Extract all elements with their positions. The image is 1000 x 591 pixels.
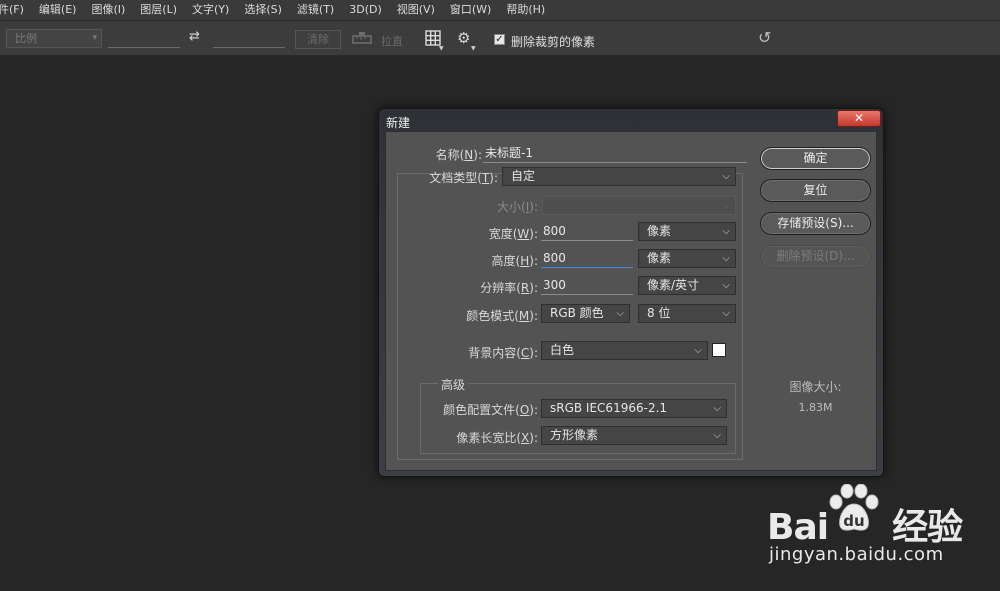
size-select[interactable]: ⌵ <box>542 196 736 215</box>
resolution-unit-select[interactable]: 像素/英寸 ⌵ <box>638 276 736 295</box>
menu-item[interactable]: 图层(L) <box>140 0 177 20</box>
ratio-select-value: 比例 <box>15 32 37 45</box>
ratio-select[interactable]: 比例 ▾ <box>6 29 102 48</box>
settings-dropdown-arrow-icon[interactable]: ▼ <box>471 45 476 52</box>
background-label: 背景内容(C): <box>468 346 538 360</box>
width-unit-value: 像素 <box>647 224 672 238</box>
straighten-label: 拉直 <box>381 35 403 48</box>
menu-bar: 件(F) 编辑(E) 图像(I) 图层(L) 文字(Y) 选择(S) 滤镜(T) 3D(D) 视… <box>0 0 1000 21</box>
name-input[interactable]: 未标题-1 <box>483 145 747 163</box>
options-bar: 比例 ▾ ⇄ 清除 拉直 ▼ ⚙ ▼ ✓ 删除裁剪的像素 ↺ <box>0 21 1000 56</box>
width-unit-select[interactable]: 像素 ⌵ <box>638 222 736 241</box>
color-profile-label: 颜色配置文件(O): <box>443 403 538 417</box>
pixel-aspect-select[interactable]: 方形像素 ⌵ <box>541 426 727 445</box>
menu-item[interactable]: 帮助(H) <box>506 0 545 20</box>
menu-item[interactable]: 滤镜(T) <box>297 0 334 20</box>
resolution-unit-value: 像素/英寸 <box>647 278 700 292</box>
straighten-ruler-icon[interactable] <box>352 32 372 44</box>
menu-item[interactable]: 视图(V) <box>397 0 435 20</box>
dialog-title: 新建 <box>386 116 411 130</box>
chevron-down-icon: ⌵ <box>722 226 730 237</box>
height-unit-value: 像素 <box>647 251 672 265</box>
close-icon: ✕ <box>853 111 865 125</box>
chevron-down-icon: ▾ <box>92 33 97 43</box>
close-button[interactable]: ✕ <box>837 110 881 127</box>
menu-item[interactable]: 件(F) <box>0 0 24 20</box>
height-unit-select[interactable]: 像素 ⌵ <box>638 249 736 268</box>
menu-item[interactable]: 窗口(W) <box>450 0 491 20</box>
baidu-watermark-url: jingyan.baidu.com <box>769 544 944 565</box>
width-label: 宽度(W): <box>488 227 538 241</box>
width-input[interactable]: 800 <box>541 223 633 241</box>
overlay-dropdown-arrow-icon[interactable]: ▼ <box>439 45 444 52</box>
size-label: 大小(I): <box>497 200 538 214</box>
chevron-down-icon: ⌵ <box>713 403 721 414</box>
reset-crop-icon[interactable]: ↺ <box>758 28 771 47</box>
doc-type-value: 自定 <box>511 169 536 183</box>
menu-item[interactable]: 选择(S) <box>244 0 282 20</box>
resolution-label: 分辨率(R): <box>480 281 538 295</box>
color-mode-label: 颜色模式(M): <box>466 309 538 323</box>
menu-item[interactable]: 图像(I) <box>91 0 125 20</box>
name-label: 名称(N): <box>435 148 482 162</box>
height-input[interactable]: 800 <box>541 250 633 268</box>
delete-preset-button[interactable]: 删除预设(D)... <box>760 245 871 268</box>
ok-button[interactable]: 确定 <box>760 147 871 170</box>
delete-cropped-label: 删除裁剪的像素 <box>511 35 596 49</box>
bit-depth-value: 8 位 <box>647 306 671 320</box>
background-select[interactable]: 白色 ⌵ <box>541 341 708 360</box>
background-value: 白色 <box>550 343 575 357</box>
chevron-down-icon: ⌵ <box>722 171 730 182</box>
chevron-down-icon: ⌵ <box>722 308 730 319</box>
crop-height-field[interactable] <box>213 31 285 48</box>
menu-item[interactable]: 文字(Y) <box>192 0 229 20</box>
image-size-label: 图像大小: <box>789 380 842 394</box>
chevron-down-icon: ⌵ <box>722 200 730 211</box>
reset-button[interactable]: 复位 <box>760 179 871 202</box>
menu-item[interactable]: 3D(D) <box>349 0 382 20</box>
dialog-body: 名称(N): 未标题-1 文档类型(T): 自定 ⌵ 大小(I): ⌵ 宽度(W… <box>385 131 877 471</box>
image-size-value: 1.83M <box>798 401 833 414</box>
new-document-dialog: 新建 ✕ 名称(N): 未标题-1 文档类型(T): 自定 ⌵ 大小(I): ⌵… <box>378 108 884 477</box>
clear-button[interactable]: 清除 <box>295 30 341 49</box>
delete-cropped-checkbox[interactable]: ✓ <box>494 34 505 45</box>
doc-type-label: 文档类型(T): <box>429 171 498 185</box>
baidu-watermark-logo: Bai 经验 <box>767 507 963 548</box>
chevron-down-icon: ⌵ <box>722 280 730 291</box>
swap-icon[interactable]: ⇄ <box>189 29 200 44</box>
save-preset-button[interactable]: 存储预设(S)... <box>760 212 871 235</box>
doc-type-select[interactable]: 自定 ⌵ <box>502 167 736 186</box>
crop-width-field[interactable] <box>108 31 180 48</box>
color-mode-select[interactable]: RGB 颜色 ⌵ <box>541 304 630 323</box>
gear-icon[interactable]: ⚙ <box>457 29 470 47</box>
menu-item[interactable]: 编辑(E) <box>39 0 77 20</box>
bit-depth-select[interactable]: 8 位 ⌵ <box>638 304 736 323</box>
advanced-label: 高级 <box>438 376 469 393</box>
color-mode-value: RGB 颜色 <box>550 306 604 320</box>
pixel-aspect-label: 像素长宽比(X): <box>456 431 538 445</box>
height-label: 高度(H): <box>491 254 538 268</box>
chevron-down-icon: ⌵ <box>722 253 730 264</box>
chevron-down-icon: ⌵ <box>616 308 624 319</box>
chevron-down-icon: ⌵ <box>694 345 702 356</box>
chevron-down-icon: ⌵ <box>713 430 721 441</box>
color-profile-select[interactable]: sRGB IEC61966-2.1 ⌵ <box>541 399 727 418</box>
background-color-swatch[interactable] <box>712 343 726 357</box>
color-profile-value: sRGB IEC61966-2.1 <box>550 401 668 415</box>
pixel-aspect-value: 方形像素 <box>550 428 599 442</box>
resolution-input[interactable]: 300 <box>541 277 633 295</box>
